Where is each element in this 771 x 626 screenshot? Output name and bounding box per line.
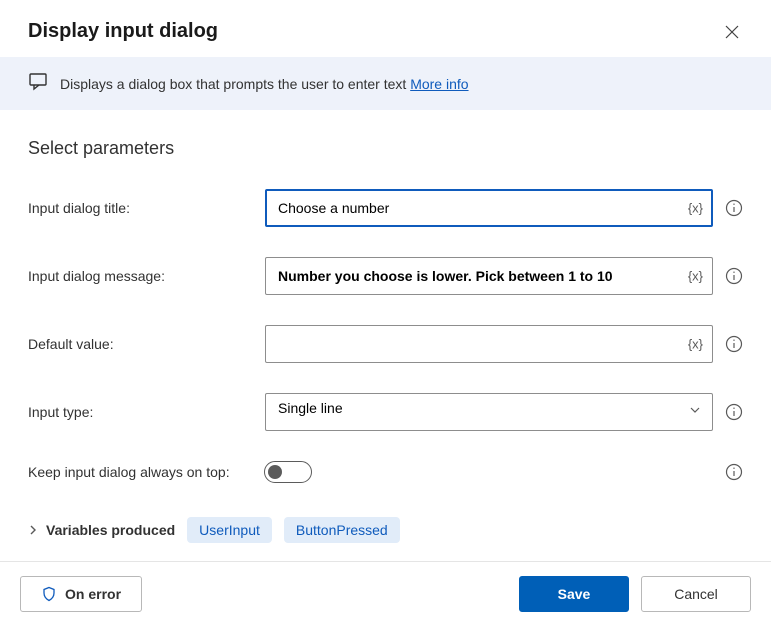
info-icon[interactable] — [725, 335, 743, 353]
more-info-link[interactable]: More info — [410, 76, 468, 92]
variables-expand[interactable]: Variables produced — [28, 522, 175, 538]
banner-text: Displays a dialog box that prompts the u… — [60, 76, 469, 92]
info-icon[interactable] — [725, 463, 743, 481]
variable-picker-icon[interactable]: {x} — [688, 201, 703, 216]
section-title: Select parameters — [28, 138, 743, 159]
row-input-title: Input dialog title: {x} — [28, 189, 743, 227]
toggle-keep-on-top[interactable] — [264, 461, 312, 483]
dialog-header: Display input dialog — [0, 0, 771, 57]
dialog-content: Select parameters Input dialog title: {x… — [0, 110, 771, 561]
save-button[interactable]: Save — [519, 576, 629, 612]
row-keep-on-top: Keep input dialog always on top: — [28, 461, 743, 483]
variable-pill-userinput[interactable]: UserInput — [187, 517, 272, 543]
close-button[interactable] — [721, 21, 743, 43]
variables-produced-row: Variables produced UserInput ButtonPress… — [28, 517, 743, 543]
input-dialog-message[interactable] — [265, 257, 713, 295]
select-input-type[interactable]: Single line — [265, 393, 713, 431]
info-banner: Displays a dialog box that prompts the u… — [0, 57, 771, 110]
on-error-button[interactable]: On error — [20, 576, 142, 612]
comment-icon — [28, 71, 48, 96]
label-input-type: Input type: — [28, 404, 253, 420]
shield-icon — [41, 586, 57, 602]
toggle-knob — [268, 465, 282, 479]
input-default-value[interactable] — [265, 325, 713, 363]
label-input-title: Input dialog title: — [28, 200, 253, 216]
dialog-title: Display input dialog — [28, 20, 218, 43]
label-input-message: Input dialog message: — [28, 268, 253, 284]
label-default-value: Default value: — [28, 336, 253, 352]
row-default-value: Default value: {x} — [28, 325, 743, 363]
variable-picker-icon[interactable]: {x} — [688, 269, 703, 284]
info-icon[interactable] — [725, 267, 743, 285]
input-dialog-title[interactable] — [265, 189, 713, 227]
dialog-footer: On error Save Cancel — [0, 561, 771, 626]
info-icon[interactable] — [725, 199, 743, 217]
row-input-message: Input dialog message: {x} — [28, 257, 743, 295]
variable-pill-buttonpressed[interactable]: ButtonPressed — [284, 517, 400, 543]
variable-picker-icon[interactable]: {x} — [688, 337, 703, 352]
chevron-right-icon — [28, 525, 38, 535]
info-icon[interactable] — [725, 403, 743, 421]
label-keep-on-top: Keep input dialog always on top: — [28, 464, 264, 480]
variables-label: Variables produced — [46, 522, 175, 538]
cancel-button[interactable]: Cancel — [641, 576, 751, 612]
row-input-type: Input type: Single line — [28, 393, 743, 431]
close-icon — [725, 25, 739, 39]
